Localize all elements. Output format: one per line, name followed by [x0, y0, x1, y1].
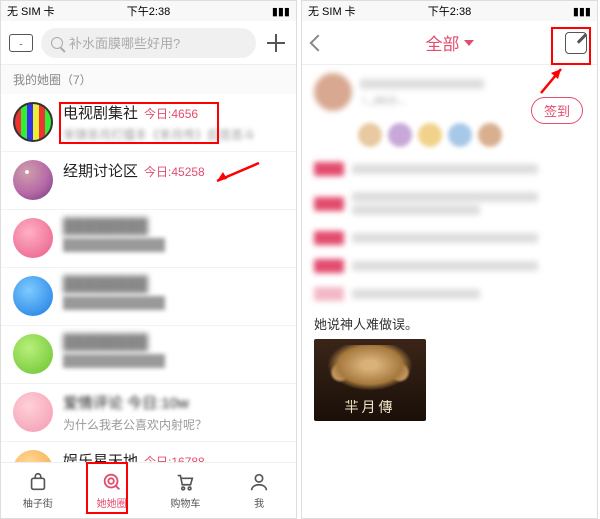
avatar-strip	[358, 123, 585, 147]
circle-list[interactable]: 电视剧集社 今日:4656 芈琪非月打擂丰《芈月传》后宫恶斗 经期讨论区 今日:…	[1, 94, 296, 462]
search-icon	[51, 37, 63, 49]
post-image[interactable]: 羋月傳	[314, 339, 426, 421]
status-bar: 无 SIM 卡 下午2:38 ▮▮▮	[1, 1, 296, 21]
feed[interactable]: ♀,,00小... 她说神人难做误。 羋月傳	[302, 65, 597, 518]
post-caption: 她说神人难做误。	[314, 314, 585, 333]
carrier-text: 无 SIM 卡	[7, 3, 55, 19]
poster-title: 羋月傳	[314, 397, 426, 417]
avatar	[314, 73, 352, 111]
chevron-down-icon	[464, 40, 474, 46]
avatar	[13, 334, 53, 374]
feed-item[interactable]	[314, 189, 585, 218]
add-icon[interactable]	[264, 31, 288, 55]
search-input[interactable]: 补水面膜哪些好用?	[41, 28, 256, 58]
phone-right: 无 SIM 卡 下午2:38 ▮▮▮ 全部 签到 ♀,,00小... 她说神人难…	[301, 0, 598, 519]
header: 全部	[302, 21, 597, 65]
list-item[interactable]: ████████████████████	[1, 268, 296, 326]
header-title-dropdown[interactable]: 全部	[426, 30, 474, 55]
status-right: ▮▮▮	[272, 5, 290, 18]
bag-icon	[27, 471, 49, 493]
list-item[interactable]: ████████████████████	[1, 210, 296, 268]
cart-icon	[174, 471, 196, 493]
row-title: 经期讨论区	[63, 160, 138, 181]
tab-bar: 柚子街 她她圈 购物车 我	[1, 462, 296, 518]
user-icon	[248, 471, 270, 493]
tab-tataquan[interactable]: 她她圈	[75, 463, 149, 518]
avatar	[13, 102, 53, 142]
inbox-icon[interactable]	[9, 34, 33, 52]
section-header: 我的她圈（7）	[1, 65, 296, 94]
avatar	[13, 160, 53, 200]
list-item[interactable]: 娱乐星天地 今日:16788	[1, 442, 296, 462]
feed-item[interactable]	[314, 161, 585, 177]
tab-me[interactable]: 我	[222, 463, 296, 518]
avatar	[13, 392, 53, 432]
feed-item[interactable]: ♀,,00小...	[314, 73, 585, 111]
phone-left: 无 SIM 卡 下午2:38 ▮▮▮ 补水面膜哪些好用? 我的她圈（7） 电视剧…	[0, 0, 297, 519]
swirl-icon	[101, 471, 123, 493]
avatar	[13, 218, 53, 258]
status-bar: 无 SIM 卡 下午2:38 ▮▮▮	[302, 1, 597, 21]
list-item[interactable]: 爱情评论 今日:10w 为什么我老公喜欢内射呢？	[1, 384, 296, 442]
status-time: 下午2:38	[127, 3, 170, 19]
avatar	[13, 450, 53, 462]
back-icon[interactable]	[310, 34, 327, 51]
header: 补水面膜哪些好用?	[1, 21, 296, 65]
feed-item[interactable]	[314, 230, 585, 246]
row-title: 电视剧集社	[63, 102, 138, 123]
list-item[interactable]: ████████████████████	[1, 326, 296, 384]
tab-youzijie[interactable]: 柚子街	[1, 463, 75, 518]
search-placeholder: 补水面膜哪些好用?	[69, 33, 180, 52]
list-item[interactable]: 电视剧集社 今日:4656 芈琪非月打擂丰《芈月传》后宫恶斗	[1, 94, 296, 152]
compose-icon[interactable]	[565, 32, 587, 54]
feed-item[interactable]	[314, 258, 585, 274]
tab-cart[interactable]: 购物车	[149, 463, 223, 518]
avatar	[13, 276, 53, 316]
list-item[interactable]: 经期讨论区 今日:45258	[1, 152, 296, 210]
feed-item[interactable]	[314, 286, 585, 302]
row-subtitle: 芈琪非月打擂丰《芈月传》后宫恶斗	[63, 126, 284, 143]
